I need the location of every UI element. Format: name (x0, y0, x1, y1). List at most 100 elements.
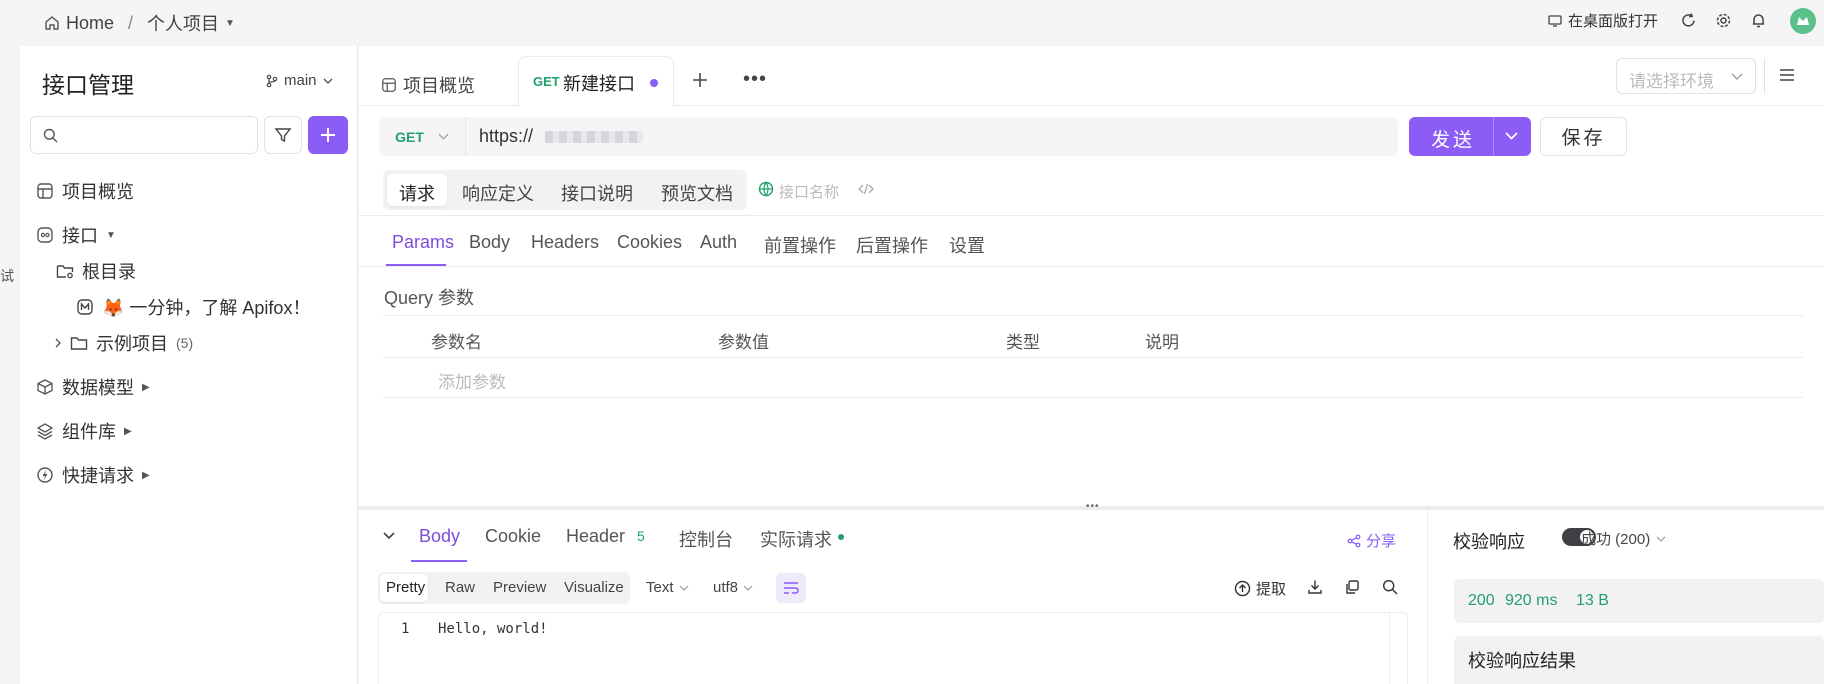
status-select[interactable]: 成功 (200) (1581, 528, 1666, 549)
caret-right-icon: ▶ (142, 381, 150, 393)
send-button[interactable]: 发送 (1409, 117, 1531, 156)
response-metrics: 200 920 ms 13 B (1454, 579, 1824, 623)
add-param-input[interactable]: 添加参数 (438, 368, 506, 393)
tree-item-doc-label: 🦊 一分钟，了解 Apifox！ (102, 298, 311, 318)
folder-settings-icon (56, 263, 74, 279)
caret-right-icon: ▶ (124, 425, 132, 437)
layers-icon (36, 422, 54, 440)
type-select[interactable]: Text (646, 579, 689, 596)
breadcrumb-project[interactable]: 个人项目 (147, 10, 219, 36)
tree-item-doc[interactable]: 🦊 一分钟，了解 Apifox！ (76, 294, 310, 320)
search-input[interactable] (30, 116, 258, 154)
chevron-right-icon[interactable] (54, 337, 62, 349)
breadcrumb: Home / 个人项目 ▼ (44, 10, 235, 36)
env-placeholder: 请选择环境 (1629, 72, 1714, 91)
save-button[interactable]: 保存 (1540, 117, 1627, 156)
search-icon[interactable] (1382, 579, 1398, 595)
response-body-text: Hello, world! (438, 621, 548, 637)
query-title: Query 参数 (384, 288, 475, 308)
env-select[interactable]: 请选择环境 (1616, 58, 1756, 94)
copy-icon[interactable] (1344, 579, 1360, 595)
tree-item-root[interactable]: 根目录 (56, 258, 136, 284)
tree-item-overview[interactable]: 项目概览 (36, 178, 134, 204)
share-button[interactable]: 分享 (1347, 530, 1396, 551)
tree-item-models[interactable]: 数据模型 ▶ (36, 374, 150, 400)
tree-item-apis-label: 接口 (62, 226, 98, 246)
panel-title: 接口管理 (42, 72, 134, 98)
chevron-down-icon[interactable] (383, 532, 395, 540)
method-select[interactable]: GET (379, 117, 466, 156)
response-size: 13 B (1576, 592, 1609, 609)
avatar[interactable] (1790, 8, 1816, 34)
chevron-down-icon[interactable] (1505, 132, 1518, 140)
add-tab-icon[interactable] (692, 72, 708, 88)
breadcrumb-home[interactable]: Home (66, 13, 114, 34)
unsaved-dot (650, 79, 658, 87)
tab-new-api[interactable]: GET 新建接口 (518, 56, 674, 107)
more-icon[interactable]: ••• (743, 68, 767, 91)
format-preview[interactable]: Preview (493, 579, 546, 596)
url-input[interactable]: https:// (467, 117, 1398, 156)
download-icon[interactable] (1307, 579, 1323, 595)
tree-item-example[interactable]: 示例项目 (5) (54, 330, 193, 356)
mode-switch: 请求 响应定义 接口说明 预览文档 (383, 170, 747, 210)
mode-api-desc[interactable]: 接口说明 (561, 180, 633, 206)
validate-label: 校验响应 (1453, 532, 1525, 552)
status-select-label: 成功 (200) (1581, 531, 1651, 548)
mode-preview-doc[interactable]: 预览文档 (661, 180, 733, 206)
caret-down-icon[interactable]: ▼ (225, 18, 235, 29)
param-tab-post[interactable]: 后置操作 (856, 232, 928, 258)
format-raw[interactable]: Raw (445, 579, 475, 596)
resp-tab-body[interactable]: Body (419, 526, 460, 547)
drag-dots-icon[interactable]: ••• (1086, 501, 1100, 512)
format-pretty[interactable]: Pretty (386, 579, 425, 596)
response-body-editor[interactable]: 1 Hello, world! (378, 612, 1408, 684)
monitor-icon (1548, 14, 1562, 28)
param-tab-body[interactable]: Body (469, 232, 510, 253)
plus-icon (319, 126, 337, 144)
open-desktop-link[interactable]: 在桌面版打开 (1548, 10, 1658, 31)
add-button[interactable] (308, 116, 348, 154)
globe-icon[interactable] (758, 181, 774, 197)
share-icon (1347, 534, 1361, 548)
mode-response-def[interactable]: 响应定义 (462, 180, 534, 206)
code-icon[interactable] (858, 183, 874, 195)
gear-icon[interactable] (1715, 12, 1732, 29)
overview-icon (381, 77, 397, 93)
branch-selector[interactable]: main (266, 72, 333, 89)
resp-tab-actual[interactable]: 实际请求 (760, 526, 832, 552)
tree-item-components[interactable]: 组件库 ▶ (36, 418, 132, 444)
extract-button[interactable]: 提取 (1234, 578, 1286, 599)
chevron-down-icon (1656, 536, 1666, 542)
chevron-down-icon (1731, 73, 1743, 80)
resp-tab-console[interactable]: 控制台 (679, 526, 733, 552)
bell-icon[interactable] (1750, 12, 1767, 29)
branch-name: main (284, 72, 317, 89)
tree-item-apis[interactable]: 接口 ▼ (36, 222, 116, 248)
url-value: https:// (479, 126, 534, 146)
status-code: 200 (1468, 592, 1495, 609)
format-visualize[interactable]: Visualize (564, 579, 624, 596)
param-tab-pre[interactable]: 前置操作 (764, 232, 836, 258)
resp-tab-cookie[interactable]: Cookie (485, 526, 541, 547)
resp-tab-header[interactable]: Header (566, 526, 625, 547)
col-param-value: 参数值 (718, 333, 769, 352)
divider (1764, 58, 1765, 94)
param-tab-cookies[interactable]: Cookies (617, 232, 682, 253)
param-tab-settings[interactable]: 设置 (949, 232, 985, 258)
menu-icon[interactable] (1779, 68, 1795, 82)
refresh-icon[interactable] (1680, 12, 1697, 29)
encoding-select[interactable]: utf8 (713, 579, 753, 596)
filter-button[interactable] (264, 116, 302, 154)
tab-method-badge: GET (533, 74, 560, 89)
tab-new-api-label: 新建接口 (563, 74, 635, 94)
divider (383, 315, 1803, 316)
api-name-input[interactable]: 接口名称 (779, 181, 839, 202)
tree-item-quick[interactable]: 快捷请求 ▶ (36, 462, 150, 488)
wrap-toggle[interactable] (776, 573, 806, 603)
param-tab-headers[interactable]: Headers (531, 232, 599, 253)
param-tab-auth[interactable]: Auth (700, 232, 737, 253)
mode-request[interactable]: 请求 (399, 180, 435, 206)
param-tab-params[interactable]: Params (392, 232, 454, 253)
tab-overview[interactable]: 项目概览 (381, 72, 475, 98)
